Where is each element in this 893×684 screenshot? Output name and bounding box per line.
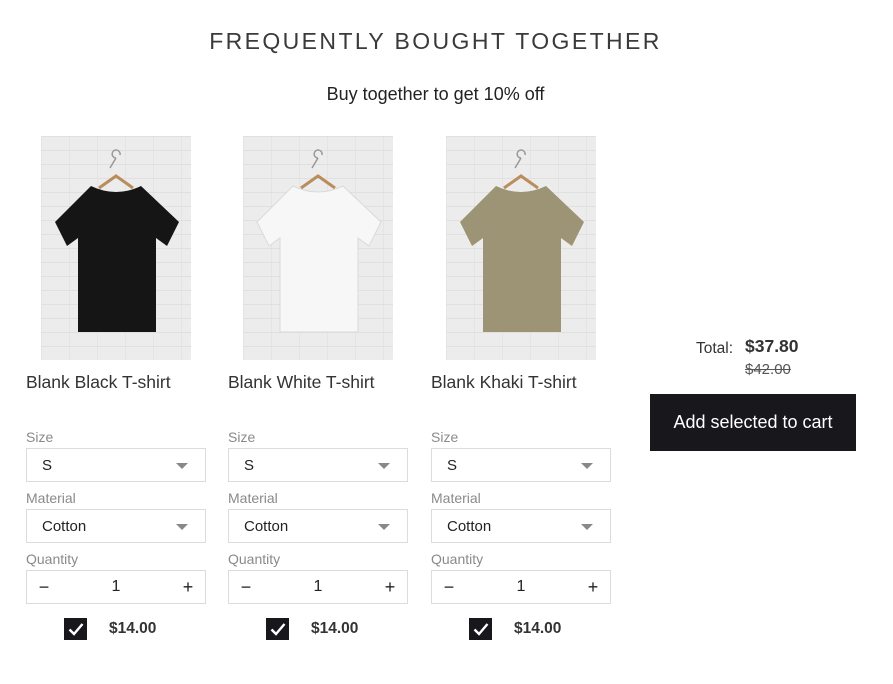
original-price: $42.00 [745,361,791,378]
increment-button[interactable]: + [576,577,610,598]
quantity-value[interactable]: 1 [61,578,171,596]
product-name[interactable]: Blank White T-shirt [228,372,408,393]
quantity-value[interactable]: 1 [263,578,373,596]
size-value: S [244,456,255,474]
quantity-label: Quantity [431,551,484,567]
material-select[interactable]: Cotton [26,509,206,543]
checkmark-icon [270,623,285,636]
product-checkbox[interactable] [469,618,492,640]
decrement-button[interactable]: − [229,577,263,598]
material-select[interactable]: Cotton [228,509,408,543]
product-price: $14.00 [514,620,562,637]
product-card: Blank Black T-shirt Size S Material Cott… [26,136,206,604]
tshirt-icon [55,149,179,332]
product-price: $14.00 [311,620,359,637]
quantity-stepper: − 1 + [228,570,408,604]
chevron-down-icon [378,463,390,469]
tshirt-icon [256,149,382,333]
product-name[interactable]: Blank Black T-shirt [26,372,206,393]
quantity-value[interactable]: 1 [466,578,576,596]
total-price: $37.80 [745,336,799,356]
material-label: Material [26,490,76,506]
increment-button[interactable]: + [171,577,205,598]
add-to-cart-button[interactable]: Add selected to cart [650,394,856,451]
quantity-label: Quantity [26,551,79,567]
checkmark-icon [68,623,83,636]
quantity-stepper: − 1 + [26,570,206,604]
decrement-button[interactable]: − [27,577,61,598]
size-value: S [42,456,53,474]
product-name[interactable]: Blank Khaki T-shirt [431,372,611,393]
size-value: S [447,456,458,474]
size-label: Size [431,429,459,445]
product-price: $14.00 [109,620,157,637]
chevron-down-icon [378,524,390,530]
chevron-down-icon [176,463,188,469]
material-value: Cotton [244,517,289,535]
material-label: Material [228,490,278,506]
quantity-label: Quantity [228,551,281,567]
checkmark-icon [473,623,488,636]
khaki-tshirt-photo[interactable] [446,136,596,360]
chevron-down-icon [581,524,593,530]
increment-button[interactable]: + [373,577,407,598]
white-tshirt-photo[interactable] [243,136,393,360]
size-select[interactable]: S [228,448,408,482]
section-title: FREQUENTLY BOUGHT TOGETHER [209,28,662,54]
decrement-button[interactable]: − [432,577,466,598]
size-label: Size [26,429,54,445]
discount-subtitle: Buy together to get 10% off [326,84,545,104]
material-value: Cotton [447,517,492,535]
size-select[interactable]: S [26,448,206,482]
material-label: Material [431,490,481,506]
total-label: Total: [696,340,734,357]
size-label: Size [228,429,256,445]
chevron-down-icon [176,524,188,530]
product-select-row: $14.00 [469,618,561,640]
quantity-stepper: − 1 + [431,570,611,604]
size-select[interactable]: S [431,448,611,482]
product-select-row: $14.00 [64,618,156,640]
black-tshirt-photo[interactable] [41,136,191,360]
product-select-row: $14.00 [266,618,358,640]
product-checkbox[interactable] [266,618,289,640]
product-card: Blank White T-shirt Size S Material Cott… [228,136,408,604]
tshirt-icon [460,149,584,332]
chevron-down-icon [581,463,593,469]
product-card: Blank Khaki T-shirt Size S Material Cott… [431,136,611,604]
material-value: Cotton [42,517,87,535]
material-select[interactable]: Cotton [431,509,611,543]
product-checkbox[interactable] [64,618,87,640]
